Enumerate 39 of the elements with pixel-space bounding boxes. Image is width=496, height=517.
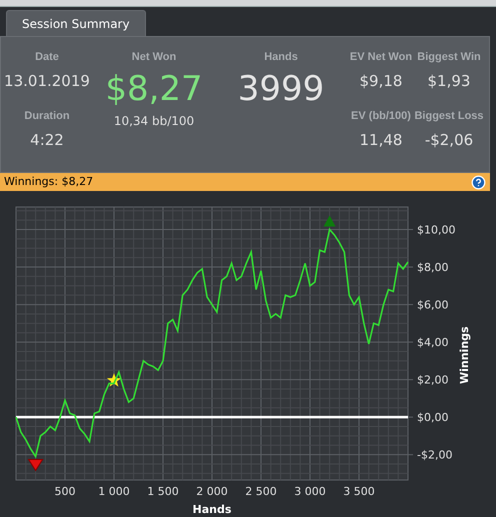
y-tick-label: $2,00 — [417, 374, 448, 387]
stat-label: Net Won — [132, 50, 176, 65]
stat-value: 13.01.2019 — [4, 70, 90, 92]
x-axis-title: Hands — [192, 503, 232, 516]
stat-value: $1,93 — [428, 70, 470, 92]
stat-label: Biggest Win — [417, 50, 481, 65]
y-tick-label: $0,00 — [417, 411, 448, 424]
stat-value: 3999 — [238, 70, 324, 108]
stat-label: EV (bb/100) — [351, 109, 411, 124]
x-tick-label: 2 500 — [245, 485, 277, 498]
winnings-label: Winnings: $8,27 — [4, 174, 94, 190]
stat-value: $8,27 — [105, 70, 203, 108]
triangle-down-marker — [28, 459, 44, 472]
x-tick-label: 500 — [54, 485, 76, 498]
y-axis-title: Winnings — [458, 326, 471, 384]
x-tick-label: 1 500 — [147, 485, 179, 498]
y-tick-label: $4,00 — [417, 336, 448, 350]
y-tick-label: -$2,00 — [417, 448, 452, 462]
stat-value: -$2,06 — [424, 130, 474, 150]
stat-label: Hands — [264, 50, 298, 65]
x-tick-label: 3 500 — [343, 485, 375, 498]
y-tick-label: $6,00 — [417, 298, 448, 312]
stat-label: EV Net Won — [350, 50, 412, 65]
stat-subvalue: 10,34 bb/100 — [114, 112, 194, 130]
stat-value: 11,48 — [360, 130, 402, 150]
x-tick-label: 3 000 — [294, 485, 326, 498]
y-tick-label: $10,00 — [417, 224, 456, 237]
stat-value: $9,18 — [360, 70, 402, 92]
tab[interactable]: Session Summary — [6, 10, 146, 36]
y-tick-label: $8,00 — [417, 261, 448, 274]
stat-label: Date — [35, 50, 59, 65]
stat-label: Biggest Loss — [414, 109, 484, 124]
star-marker — [106, 373, 122, 387]
x-tick-label: 1 000 — [98, 485, 130, 498]
help-icon[interactable] — [471, 174, 486, 190]
x-tick-label: 2 000 — [196, 485, 228, 498]
triangle-up-marker — [324, 216, 336, 227]
stat-label: Duration — [24, 109, 70, 124]
stat-value: 4:22 — [30, 130, 64, 150]
